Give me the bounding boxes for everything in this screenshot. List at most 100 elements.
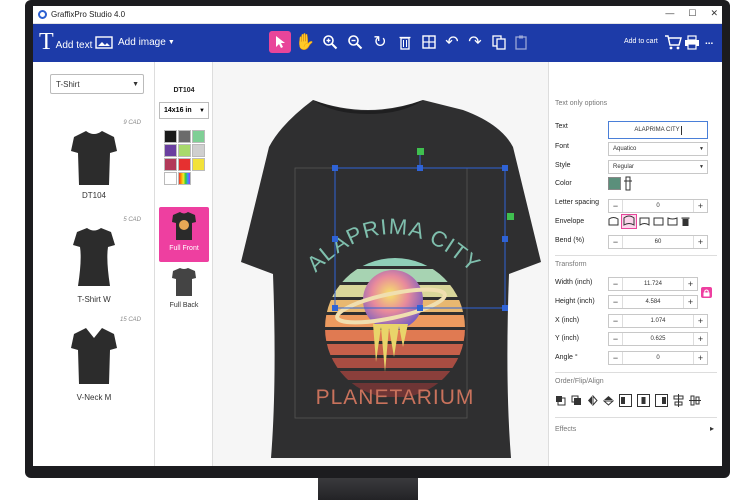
send-backward-icon[interactable]	[555, 395, 566, 406]
paste-button[interactable]	[511, 31, 533, 53]
color-swatch[interactable]	[192, 158, 205, 171]
style-value: Regular	[613, 164, 635, 170]
transform-heading: Transform	[555, 261, 587, 268]
womens-tshirt-thumbnail-icon	[73, 228, 115, 286]
product-item[interactable]: 9 CAD DT104	[33, 120, 155, 215]
zoom-out-button[interactable]	[344, 31, 366, 53]
flip-horizontal-icon[interactable]	[587, 395, 598, 406]
zoom-in-icon	[323, 35, 338, 50]
envelope-valley-icon[interactable]	[653, 216, 664, 227]
undo-button[interactable]: ↶	[441, 31, 463, 53]
text-input[interactable]: ALAPRIMA CITY	[608, 121, 708, 139]
product-type-select[interactable]: T-Shirt ▼	[50, 74, 144, 94]
resize-handle-icon[interactable]	[507, 213, 514, 220]
envelope-flag-icon[interactable]	[639, 216, 650, 227]
angle-stepper[interactable]: − 0 +	[608, 351, 708, 365]
monitor-stand	[318, 478, 418, 500]
color-swatch[interactable]	[608, 177, 621, 190]
increment-button[interactable]: +	[683, 278, 697, 290]
rotate-handle-icon[interactable]	[417, 148, 424, 155]
effects-heading[interactable]: Effects	[555, 426, 576, 433]
title-bar: GraffixPro Studio 4.0 — ☐ ✕	[33, 6, 722, 24]
trash-icon[interactable]	[681, 216, 690, 227]
height-label: Height (inch)	[555, 298, 595, 305]
distribute-vertical-icon[interactable]	[673, 394, 684, 407]
decrement-button[interactable]: −	[609, 352, 623, 364]
bring-forward-icon[interactable]	[571, 395, 582, 406]
align-left-icon[interactable]	[619, 394, 632, 407]
align-right-icon[interactable]	[655, 394, 668, 407]
decrement-button[interactable]: −	[609, 333, 623, 345]
product-item[interactable]: 5 CAD T-Shirt W	[33, 217, 155, 312]
size-select[interactable]: 14x16 in ▼	[159, 102, 209, 119]
increment-button[interactable]: +	[693, 352, 707, 364]
design-canvas[interactable]: ALAPRIMA CITY PLANETARIUM	[213, 62, 548, 466]
color-swatch[interactable]	[164, 144, 177, 157]
decrement-button[interactable]: −	[609, 315, 623, 327]
increment-button[interactable]: +	[693, 315, 707, 327]
product-item[interactable]: 15 CAD V-Neck M	[33, 317, 155, 412]
color-swatch[interactable]	[178, 172, 191, 185]
zoom-in-button[interactable]	[319, 31, 341, 53]
chevron-down-icon: ▼	[132, 80, 139, 88]
color-swatch[interactable]	[192, 144, 205, 157]
height-stepper[interactable]: − 4.584 +	[608, 295, 698, 309]
view-label: Full Front	[169, 245, 199, 252]
distribute-horizontal-icon[interactable]	[689, 395, 701, 406]
chevron-right-icon[interactable]: ▸	[710, 424, 714, 433]
add-image-button[interactable]: Add image ▼	[95, 36, 175, 49]
minimize-icon[interactable]: —	[665, 8, 674, 19]
add-text-button[interactable]: T Add text	[39, 30, 92, 54]
color-swatch[interactable]	[164, 172, 177, 185]
style-select[interactable]: Regular ▼	[608, 160, 708, 174]
maximize-icon[interactable]: ☐	[688, 8, 696, 19]
color-swatch[interactable]	[178, 158, 191, 171]
y-stepper[interactable]: − 0.625 +	[608, 332, 708, 346]
increment-button[interactable]: +	[693, 333, 707, 345]
align-center-icon[interactable]	[637, 394, 650, 407]
color-swatch[interactable]	[178, 144, 191, 157]
increment-button[interactable]: +	[693, 236, 707, 248]
envelope-arch-icon[interactable]	[608, 216, 619, 227]
width-stepper[interactable]: − 11.724 +	[608, 277, 698, 291]
decrement-button[interactable]: −	[609, 200, 623, 212]
envelope-bulge-icon[interactable]	[621, 214, 637, 229]
decrement-button[interactable]: −	[609, 278, 623, 290]
close-icon[interactable]: ✕	[710, 8, 718, 19]
product-price: 15 CAD	[119, 317, 141, 323]
view-full-back[interactable]: Full Back	[159, 267, 209, 315]
eyedropper-icon[interactable]	[623, 176, 633, 191]
add-text-label: Add text	[55, 39, 93, 51]
redo-button[interactable]: ↷	[464, 31, 486, 53]
decrement-button[interactable]: −	[609, 296, 623, 308]
more-menu-button[interactable]: ...	[705, 36, 713, 47]
select-tool-button[interactable]	[269, 31, 291, 53]
increment-button[interactable]: +	[683, 296, 697, 308]
copy-button[interactable]	[488, 31, 510, 53]
color-swatch[interactable]	[164, 130, 177, 143]
decrement-button[interactable]: −	[609, 236, 623, 248]
grid-button[interactable]	[418, 31, 440, 53]
view-full-front[interactable]: Full Front	[159, 207, 209, 262]
product-label: T-Shirt W	[77, 295, 111, 304]
color-swatch[interactable]	[164, 158, 177, 171]
envelope-wave-icon[interactable]	[667, 216, 678, 227]
bend-stepper[interactable]: − 60 +	[608, 235, 708, 249]
variant-panel: DT104 14x16 in ▼ Full Front Full Back	[155, 62, 213, 466]
pan-tool-button[interactable]: ✋	[294, 31, 316, 53]
color-swatch[interactable]	[192, 130, 205, 143]
color-swatch[interactable]	[178, 130, 191, 143]
letter-spacing-value: 0	[656, 203, 660, 209]
increment-button[interactable]: +	[693, 200, 707, 212]
reset-view-button[interactable]: ↻	[369, 31, 391, 53]
copy-icon	[492, 34, 506, 50]
aspect-lock-button[interactable]	[701, 287, 712, 298]
cart-icon	[665, 35, 682, 50]
letter-spacing-stepper[interactable]: − 0 +	[608, 199, 708, 213]
print-button[interactable]	[681, 31, 703, 53]
delete-button[interactable]	[394, 31, 416, 53]
font-select[interactable]: Aquatico ▼	[608, 142, 708, 156]
flip-vertical-icon[interactable]	[603, 395, 614, 406]
x-stepper[interactable]: − 1.074 +	[608, 314, 708, 328]
add-to-cart-label[interactable]: Add to cart	[624, 38, 658, 45]
